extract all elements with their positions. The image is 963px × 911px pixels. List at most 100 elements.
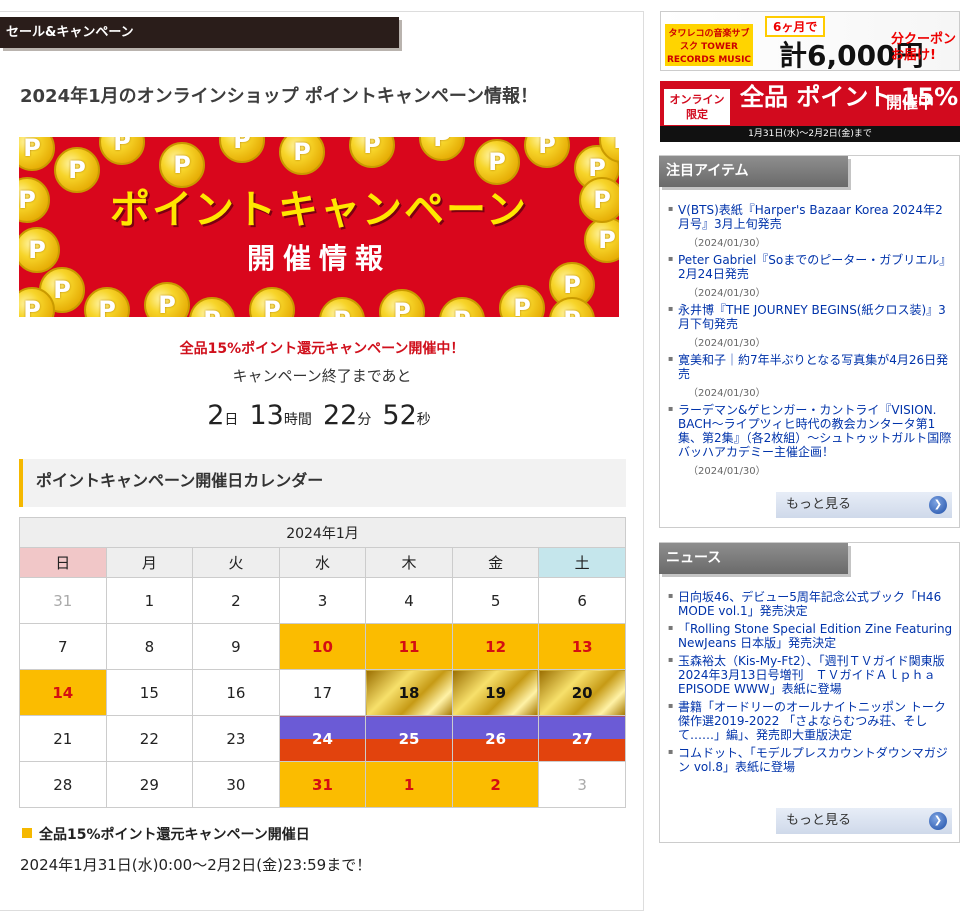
list-item: ラーデマン&ゲヒンガー・カントライ『VISION. BACH～ライプツィヒ時代の… [668, 403, 954, 477]
calendar-day: 14 [19, 669, 107, 716]
calendar-day: 22 [105, 715, 194, 762]
countdown-days: 2 [207, 400, 225, 431]
coin-letter: P [158, 291, 176, 317]
item-link[interactable]: 寛美和子｜約7年半ぶりとなる写真集が4月26日発売 [678, 353, 954, 381]
calendar-day: 15 [105, 669, 194, 716]
coin-letter: P [433, 137, 451, 152]
ad1-coupon: 分クーポン お届け! [891, 32, 957, 63]
page-title: 2024年1月のオンラインショップ ポイントキャンペーン情報！ [20, 86, 538, 107]
calendar-month: 2024年1月 [19, 517, 626, 548]
p-coin-icon: P [19, 287, 55, 317]
p-coin-icon: P [439, 297, 485, 317]
calendar-week: 31 1 2 3 4 5 6 [19, 577, 626, 624]
calendar-day: 10 [278, 623, 367, 670]
calendar-day: 31 [19, 577, 107, 624]
point-campaign-ad[interactable]: オンライン 限定 全品 ポイント 15% 還元 開催中 1月31日(水)～2月2… [660, 81, 960, 142]
p-coin-icon: P [279, 137, 325, 175]
countdown-timer: 2日 13時間 22分 52秒 [0, 400, 644, 431]
calendar-day: 16 [192, 669, 280, 716]
coin-letter: P [393, 298, 411, 317]
p-coin-icon: P [349, 137, 395, 168]
coin-letter: P [538, 137, 556, 159]
list-item: 書籍「オードリーのオールナイトニッポン トーク傑作選2019-2022 「さよな… [668, 700, 954, 742]
calendar-day: 11 [365, 623, 453, 670]
countdown-hours: 13 [249, 400, 284, 431]
p-coin-icon: P [249, 287, 295, 317]
calendar-day: 2 [451, 761, 540, 808]
campaign-banner[interactable]: PPPPPPPPPPPPPPPPPPPPPPPPPPPP ポイントキャンペーン … [19, 137, 619, 317]
item-link[interactable]: 永井博『THE JOURNEY BEGINS(紙クロス装)』3月下旬発売 [678, 303, 954, 331]
countdown-hours-unit: 時間 [283, 412, 312, 428]
calendar-day: 29 [105, 761, 194, 808]
countdown-minutes: 22 [322, 400, 358, 431]
countdown-seconds-unit: 秒 [416, 412, 431, 428]
coin-letter: P [23, 296, 41, 317]
calendar-day: 25 [365, 715, 453, 762]
calendar-day: 1 [365, 761, 453, 808]
featured-heading: 注目アイテム [659, 156, 848, 187]
section-header: セール&キャンペーン [0, 17, 399, 48]
featured-more-button[interactable]: もっと見る ❯ [776, 492, 952, 518]
item-link[interactable]: 玉森裕太（Kis-My-Ft2）、「週刊ＴＶガイド関東版2024年3月13日号増… [678, 654, 954, 696]
coin-letter: P [113, 137, 131, 156]
coin-letter: P [363, 137, 381, 159]
banner-subtitle: 開催情報 [246, 242, 391, 275]
item-link[interactable]: Peter Gabriel『Soまでのピーター・ガブリエル』2月24日発売 [678, 253, 954, 281]
coin-letter: P [233, 137, 251, 154]
p-coin-icon: P [144, 282, 190, 317]
banner-title: ポイントキャンペーン [110, 187, 528, 233]
calendar-week: 28 29 30 31 1 2 3 [19, 761, 626, 808]
calendar-day: 4 [365, 577, 453, 624]
item-link[interactable]: 日向坂46、デビュー5周年記念公式ブック「H46 MODE vol.1」発売決定 [678, 590, 954, 618]
news-list: 日向坂46、デビュー5周年記念公式ブック「H46 MODE vol.1」発売決定… [668, 590, 954, 778]
calendar-day: 19 [451, 669, 540, 716]
calendar-week: 14 15 16 17 18 19 20 [19, 669, 626, 716]
item-date: （2024/01/30） [688, 288, 766, 299]
bullet-square-icon [22, 828, 32, 838]
coin-letter: P [321, 299, 363, 317]
featured-list: V(BTS)表紙『Harper's Bazaar Korea 2024年2月号』… [668, 203, 954, 481]
item-link[interactable]: コムドット、「モデルプレスカウントダウンマガジン vol.8」表紙に登場 [678, 746, 954, 774]
calendar-day: 3 [278, 577, 367, 624]
news-heading: ニュース [659, 543, 848, 574]
item-link[interactable]: ラーデマン&ゲヒンガー・カントライ『VISION. BACH～ライプツィヒ時代の… [678, 403, 954, 459]
calendar-day: 17 [278, 669, 367, 716]
list-item: 日向坂46、デビュー5周年記念公式ブック「H46 MODE vol.1」発売決定 [668, 590, 954, 618]
campaign-day-text: 全品15%ポイント還元キャンペーン開催日 [39, 827, 310, 843]
calendar-day: 13 [538, 623, 626, 670]
calendar-day: 18 [365, 669, 453, 716]
calendar-day: 8 [105, 623, 194, 670]
weekday-4: 木 [365, 547, 453, 578]
arrow-right-icon: ❯ [929, 496, 947, 514]
countdown-days-unit: 日 [224, 412, 239, 428]
ad2-limited: オンライン 限定 [664, 89, 730, 125]
weekday-1: 月 [105, 547, 194, 578]
calendar-week: 7 8 9 10 11 12 13 [19, 623, 626, 670]
calendar-day: 23 [192, 715, 280, 762]
item-date: （2024/01/30） [688, 388, 766, 399]
news-more-button[interactable]: もっと見る ❯ [776, 808, 952, 834]
item-link[interactable]: 「Rolling Stone Special Edition Zine Feat… [678, 622, 954, 650]
p-coin-icon: P [219, 137, 265, 163]
campaign-calendar: 2024年1月 日月火水木金土 31 1 2 3 4 5 6 7 8 9 10 11 12 13 14 15 1… [19, 517, 626, 808]
item-link[interactable]: V(BTS)表紙『Harper's Bazaar Korea 2024年2月号』… [678, 203, 954, 231]
calendar-day: 1 [105, 577, 194, 624]
coin-letter: P [23, 137, 41, 162]
featured-more-label: もっと見る [786, 497, 852, 512]
coin-letter: P [98, 296, 116, 317]
weekday-6: 土 [538, 547, 626, 578]
tower-records-music-logo: タワレコの音楽サブスク TOWER RECORDS MUSIC [665, 24, 753, 66]
p-coin-icon: P [499, 285, 545, 317]
list-item: コムドット、「モデルプレスカウントダウンマガジン vol.8」表紙に登場 [668, 746, 954, 774]
featured-items-panel: 注目アイテム V(BTS)表紙『Harper's Bazaar Korea 20… [659, 155, 960, 528]
countdown-seconds: 52 [382, 400, 417, 431]
calendar-body: 31 1 2 3 4 5 6 7 8 9 10 11 12 13 14 15 16 17 18 19 20 21 22 23 2… [19, 577, 626, 808]
p-coin-icon: P [189, 297, 235, 317]
coin-letter: P [601, 137, 619, 161]
item-link[interactable]: 書籍「オードリーのオールナイトニッポン トーク傑作選2019-2022 「さよな… [678, 700, 954, 742]
weekday-3: 水 [278, 547, 367, 578]
list-item: 永井博『THE JOURNEY BEGINS(紙クロス装)』3月下旬発売 （202… [668, 303, 954, 349]
p-coin-icon: P [19, 137, 55, 171]
main-content: セール&キャンペーン 2024年1月のオンラインショップ ポイントキャンペーン情… [0, 11, 644, 911]
subscription-coupon-ad[interactable]: タワレコの音楽サブスク TOWER RECORDS MUSIC 6ヶ月で 計6,… [660, 11, 960, 71]
